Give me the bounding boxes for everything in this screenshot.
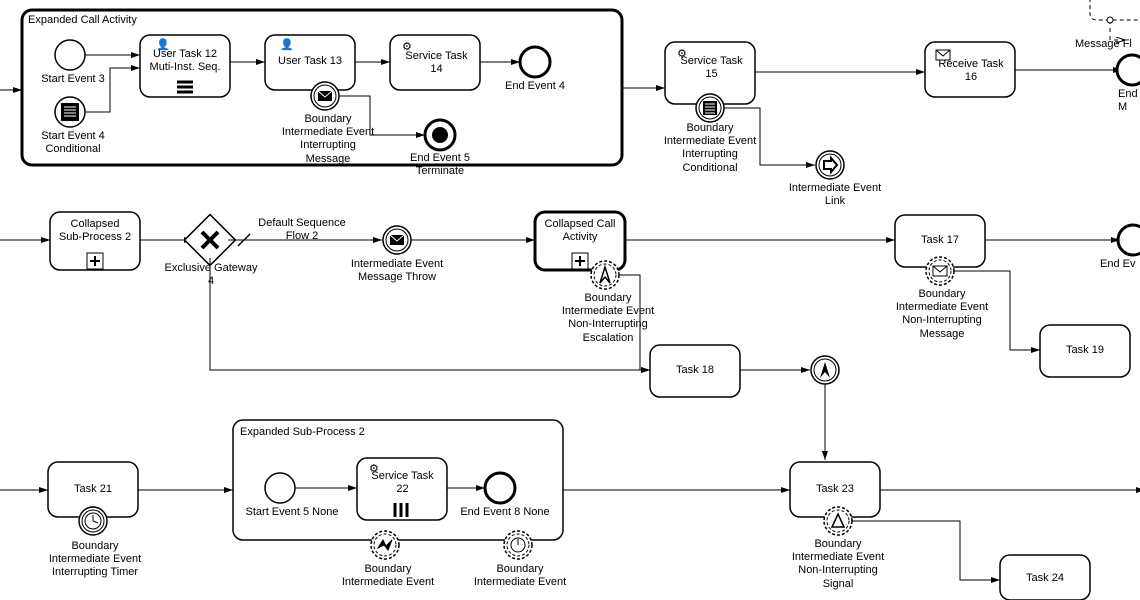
end-event-4[interactable] xyxy=(520,47,550,77)
end-event-8[interactable] xyxy=(485,473,515,503)
dashed-partial xyxy=(1090,0,1140,20)
boundary-signal-noninterrupting[interactable] xyxy=(824,507,852,535)
exclusive-gateway-4[interactable] xyxy=(185,215,236,266)
start-event-3[interactable] xyxy=(55,40,85,70)
task-19[interactable] xyxy=(1040,325,1130,377)
start-event-5[interactable] xyxy=(265,473,295,503)
gear-icon: ⚙ xyxy=(369,463,379,475)
end-event-partial[interactable] xyxy=(1118,225,1140,255)
user-icon: 👤 xyxy=(156,38,170,51)
user-icon: 👤 xyxy=(280,38,294,51)
end-event-m[interactable] xyxy=(1117,55,1140,85)
gear-icon: ⚙ xyxy=(402,41,412,53)
gear-icon: ⚙ xyxy=(677,48,687,60)
task-24[interactable] xyxy=(1000,555,1090,600)
conditional-icon xyxy=(61,103,79,121)
user-task-13[interactable] xyxy=(265,35,355,90)
task-18[interactable] xyxy=(650,345,740,397)
